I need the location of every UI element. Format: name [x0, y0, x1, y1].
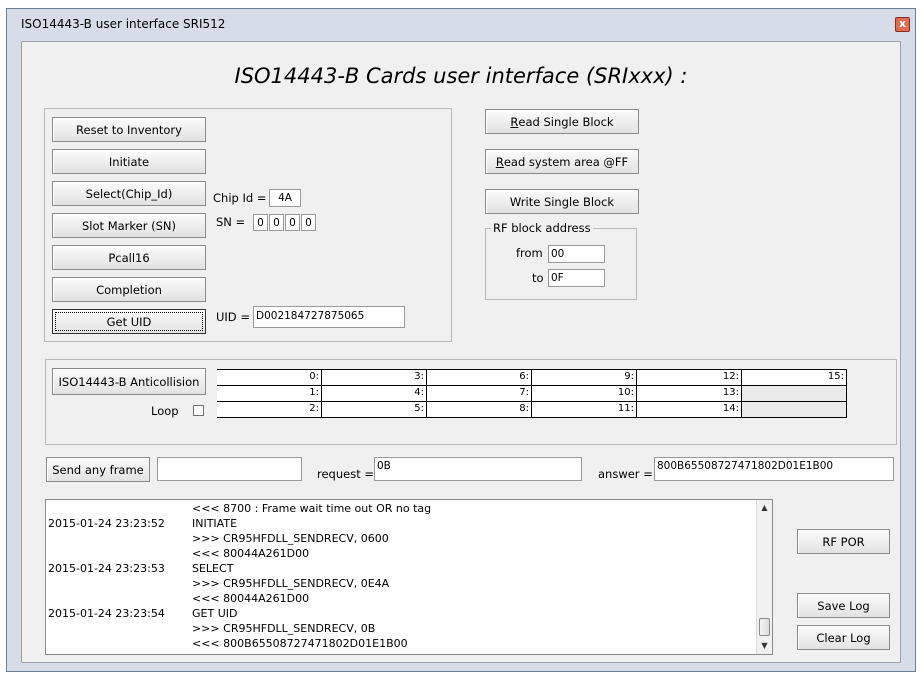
log-message: <<< 800B65508727471802D01E1B00 [192, 637, 408, 650]
read-single-block-button[interactable]: Read Single Block [485, 109, 639, 134]
read-single-block-accel: R [510, 114, 519, 129]
log-list[interactable]: <<< 8700 : Frame wait time out OR no tag… [45, 499, 773, 655]
slot-cell: 6: [427, 370, 532, 386]
slot-cell: 7: [427, 386, 532, 402]
slot-cell [742, 402, 847, 418]
uid-label: UID = [216, 310, 250, 324]
select-chip-button[interactable]: Select(Chip_Id) [52, 181, 206, 206]
anticollision-slots: 0: 3: 6: 9: 12: 15: 1: 4: 7: 10: 13: 2: 5: 8: 11: 14: [217, 369, 847, 418]
slot-cell: 13: [637, 386, 742, 402]
scroll-up-icon[interactable]: ▲ [757, 500, 772, 516]
read-single-block-label: ead Single Block [518, 114, 614, 129]
send-any-frame-button[interactable]: Send any frame [46, 457, 150, 482]
anticollision-button[interactable]: ISO14443-B Anticollision [52, 368, 206, 395]
slot-cell: 10: [532, 386, 637, 402]
slot-cell: 8: [427, 402, 532, 418]
rf-block-address-group [485, 228, 637, 300]
log-message: >>> CR95HFDLL_SENDRECV, 0600 [192, 532, 389, 545]
log-message: GET UID [192, 607, 238, 620]
read-system-area-button[interactable]: Read system area @FF [485, 149, 639, 174]
log-message: INITIATE [192, 517, 238, 530]
loop-checkbox[interactable] [193, 405, 204, 416]
uid-field[interactable]: D002184727875065 [253, 306, 405, 328]
sn-label: SN = [216, 215, 246, 229]
log-message: <<< 8700 : Frame wait time out OR no tag [192, 502, 432, 515]
slot-cell: 4: [322, 386, 427, 402]
window-title: ISO14443-B user interface SRI512 [21, 17, 226, 31]
write-single-block-button[interactable]: Write Single Block [485, 189, 639, 214]
loop-label: Loop [151, 404, 179, 418]
to-label: to [532, 271, 544, 285]
chip-id-label: Chip Id = [213, 191, 267, 205]
app-window: ISO14443-B user interface SRI512 x ISO14… [6, 8, 916, 672]
log-message: <<< 80044A261D00 [192, 592, 310, 605]
log-scrollbar[interactable]: ▲ ▼ [756, 500, 772, 654]
from-label: from [516, 246, 543, 260]
log-timestamp: 2015-01-24 23:23:53 [48, 562, 165, 575]
slot-cell: 0: [217, 370, 322, 386]
slot-cell: 2: [217, 402, 322, 418]
request-label: request = [317, 467, 375, 481]
clear-log-button[interactable]: Clear Log [797, 625, 890, 650]
close-icon[interactable]: x [895, 17, 910, 32]
answer-label: answer = [598, 467, 653, 481]
slot-marker-button[interactable]: Slot Marker (SN) [52, 213, 206, 238]
slot-cell: 1: [217, 386, 322, 402]
get-uid-button[interactable]: Get UID [52, 309, 206, 334]
log-message: SELECT [192, 562, 234, 575]
log-message: >>> CR95HFDLL_SENDRECV, 0E4A [192, 577, 390, 590]
request-field[interactable]: 0B [374, 457, 582, 481]
from-field[interactable]: 00 [548, 245, 605, 263]
to-field[interactable]: 0F [548, 269, 605, 287]
client-area: ISO14443-B Cards user interface (SRIxxx)… [21, 41, 901, 663]
completion-button[interactable]: Completion [52, 277, 206, 302]
rf-block-address-legend: RF block address [491, 221, 593, 235]
save-log-button[interactable]: Save Log [797, 593, 890, 618]
slot-cell [742, 386, 847, 402]
read-system-area-label: ead system area @FF [503, 154, 629, 169]
log-message: >>> CR95HFDLL_SENDRECV, 0B [192, 622, 376, 635]
sn-field-2[interactable]: 0 [285, 214, 300, 231]
pcall16-button[interactable]: Pcall16 [52, 245, 206, 270]
slot-cell: 14: [637, 402, 742, 418]
read-system-area-accel: R [495, 154, 504, 169]
reset-inventory-button[interactable]: Reset to Inventory [52, 117, 206, 142]
page-title: ISO14443-B Cards user interface (SRIxxx)… [234, 64, 688, 88]
sn-field-0[interactable]: 0 [253, 214, 268, 231]
frame-input[interactable] [157, 457, 302, 481]
slot-cell: 15: [742, 370, 847, 386]
rf-por-button[interactable]: RF POR [797, 529, 890, 554]
slot-cell: 11: [532, 402, 637, 418]
log-rows: <<< 8700 : Frame wait time out OR no tag… [46, 500, 758, 654]
scroll-thumb[interactable] [759, 618, 770, 636]
sn-field-3[interactable]: 0 [301, 214, 316, 231]
initiate-button[interactable]: Initiate [52, 149, 206, 174]
slot-cell: 3: [322, 370, 427, 386]
sn-field-1[interactable]: 0 [269, 214, 284, 231]
answer-field[interactable]: 800B65508727471802D01E1B00 [654, 457, 894, 481]
slot-cell: 5: [322, 402, 427, 418]
slot-cell: 12: [637, 370, 742, 386]
log-timestamp: 2015-01-24 23:23:54 [48, 607, 165, 620]
log-message: <<< 80044A261D00 [192, 547, 310, 560]
log-timestamp: 2015-01-24 23:23:52 [48, 517, 165, 530]
title-bar: ISO14443-B user interface SRI512 x [7, 9, 915, 37]
scroll-down-icon[interactable]: ▼ [757, 638, 772, 654]
chip-id-field[interactable]: 4A [269, 189, 301, 207]
slot-cell: 9: [532, 370, 637, 386]
